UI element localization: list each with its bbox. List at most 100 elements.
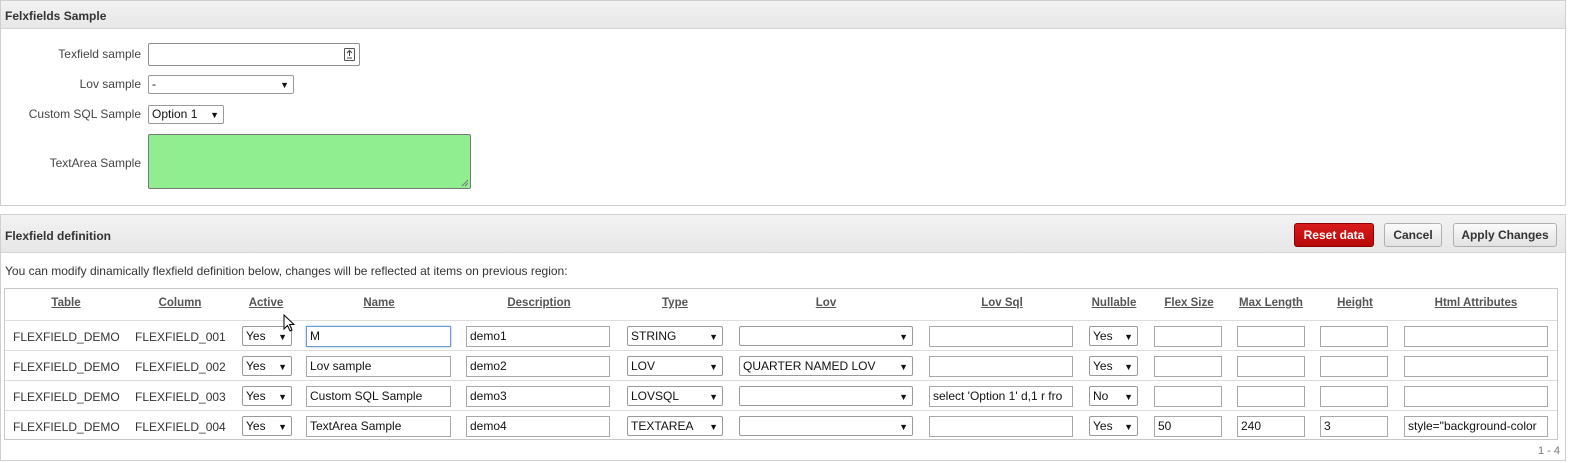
height-input[interactable] (1320, 356, 1388, 377)
custom-sql-sample-select[interactable]: Option 1 ▼ (148, 105, 224, 124)
text-field-icon[interactable] (344, 48, 355, 61)
html-attributes-input[interactable] (1404, 326, 1548, 347)
textarea-sample-label: TextArea Sample (49, 156, 141, 170)
lov-select[interactable]: ▼ (739, 416, 913, 436)
height-input[interactable] (1320, 326, 1388, 347)
active-select[interactable]: Yes ▼ (242, 416, 292, 436)
column-header-name[interactable]: Name (345, 297, 413, 309)
apply-changes-button[interactable]: Apply Changes (1453, 223, 1557, 247)
flex-size-input[interactable] (1154, 326, 1222, 347)
chevron-down-icon: ▼ (278, 392, 287, 402)
nullable-value: Yes (1093, 419, 1113, 433)
height-input[interactable] (1320, 386, 1388, 407)
lov-sql-input[interactable]: select 'Option 1' d,1 r fro (929, 386, 1073, 407)
name-input[interactable]: Lov sample (306, 356, 451, 377)
type-value: LOV (631, 359, 656, 373)
chevron-down-icon: ▼ (899, 332, 908, 342)
active-value: Yes (246, 419, 266, 433)
html-attributes-input[interactable]: style="background-color (1404, 416, 1548, 437)
type-value: LOVSQL (631, 389, 680, 403)
resize-handle-icon[interactable] (461, 179, 469, 187)
height-input[interactable]: 3 (1320, 416, 1388, 437)
nullable-select[interactable]: No ▼ (1089, 386, 1138, 406)
cell-table: FLEXFIELD_DEMO (13, 330, 120, 344)
html-attributes-input[interactable] (1404, 356, 1548, 377)
name-input[interactable]: M (306, 326, 451, 347)
lov-sample-select[interactable]: - ▼ (148, 75, 294, 94)
type-select[interactable]: LOVSQL ▼ (627, 386, 723, 406)
lov-sql-input[interactable] (929, 416, 1073, 437)
active-select[interactable]: Yes ▼ (242, 356, 292, 376)
vertical-scrollbar[interactable] (1566, 0, 1582, 463)
region-header: Felxfields Sample (1, 1, 1565, 29)
html-attributes-input[interactable] (1404, 386, 1548, 407)
column-header-html-attributes[interactable]: Html Attributes (1420, 297, 1532, 309)
lov-sample-label: Lov sample (79, 77, 141, 91)
chevron-down-icon: ▼ (899, 362, 908, 372)
max-length-input[interactable] (1237, 326, 1305, 347)
lov-sql-input[interactable] (929, 356, 1073, 377)
lov-sql-input[interactable] (929, 326, 1073, 347)
chevron-down-icon: ▼ (278, 422, 287, 432)
max-length-input[interactable] (1237, 386, 1305, 407)
description-input[interactable]: demo3 (466, 386, 610, 407)
table-row: FLEXFIELD_DEMO FLEXFIELD_003 Yes ▼ Custom… (5, 380, 1557, 410)
column-header-lov-sql[interactable]: Lov Sql (966, 297, 1038, 309)
column-header-height[interactable]: Height (1325, 297, 1385, 309)
cell-table: FLEXFIELD_DEMO (13, 420, 120, 434)
texfield-sample-input[interactable] (148, 43, 360, 66)
table-row: FLEXFIELD_DEMO FLEXFIELD_001 Yes ▼ M demo… (5, 320, 1557, 350)
chevron-down-icon: ▼ (280, 80, 289, 90)
flex-size-input[interactable] (1154, 356, 1222, 377)
reset-data-button[interactable]: Reset data (1294, 223, 1374, 247)
max-length-input[interactable] (1237, 356, 1305, 377)
active-value: Yes (246, 329, 266, 343)
type-select[interactable]: STRING ▼ (627, 326, 723, 346)
flex-size-input[interactable]: 50 (1154, 416, 1222, 437)
column-header-type[interactable]: Type (650, 297, 700, 309)
nullable-select[interactable]: Yes ▼ (1089, 356, 1138, 376)
column-header-column[interactable]: Column (150, 297, 210, 309)
nullable-value: Yes (1093, 359, 1113, 373)
description-input[interactable]: demo4 (466, 416, 610, 437)
hint-text: You can modify dinamically flexfield def… (5, 264, 568, 278)
chevron-down-icon: ▼ (1124, 392, 1133, 402)
column-header-flex-size[interactable]: Flex Size (1155, 297, 1223, 309)
chevron-down-icon: ▼ (1124, 332, 1133, 342)
lov-select[interactable]: QUARTER NAMED LOV ▼ (739, 356, 913, 376)
max-length-input[interactable]: 240 (1237, 416, 1305, 437)
column-header-max-length[interactable]: Max Length (1233, 297, 1309, 309)
table-row: FLEXFIELD_DEMO FLEXFIELD_004 Yes ▼ TextAr… (5, 410, 1557, 440)
lov-select[interactable]: ▼ (739, 386, 913, 406)
description-input[interactable]: demo1 (466, 326, 610, 347)
column-header-active[interactable]: Active (240, 297, 292, 309)
column-header-lov[interactable]: Lov (800, 297, 852, 309)
name-input[interactable]: TextArea Sample (306, 416, 451, 437)
chevron-down-icon: ▼ (899, 422, 908, 432)
type-select[interactable]: LOV ▼ (627, 356, 723, 376)
chevron-down-icon: ▼ (709, 392, 718, 402)
textarea-sample-input[interactable] (148, 134, 471, 189)
table-row: FLEXFIELD_DEMO FLEXFIELD_002 Yes ▼ Lov sa… (5, 350, 1557, 380)
nullable-select[interactable]: Yes ▼ (1089, 416, 1138, 436)
type-value: STRING (631, 329, 677, 343)
chevron-down-icon: ▼ (709, 332, 718, 342)
column-header-table[interactable]: Table (35, 297, 97, 309)
nullable-value: No (1093, 389, 1109, 403)
column-header-description[interactable]: Description (495, 297, 583, 309)
nullable-select[interactable]: Yes ▼ (1089, 326, 1138, 346)
mouse-pointer-icon (283, 314, 296, 332)
cell-column: FLEXFIELD_001 (135, 330, 226, 344)
name-input[interactable]: Custom SQL Sample (306, 386, 451, 407)
cell-column: FLEXFIELD_003 (135, 390, 226, 404)
description-input[interactable]: demo2 (466, 356, 610, 377)
custom-sql-sample-label: Custom SQL Sample (28, 107, 141, 121)
column-header-nullable[interactable]: Nullable (1085, 297, 1143, 309)
lov-select[interactable]: ▼ (739, 326, 913, 346)
type-select[interactable]: TEXTAREA ▼ (627, 416, 723, 436)
active-value: Yes (246, 389, 266, 403)
cancel-button[interactable]: Cancel (1384, 223, 1442, 247)
flex-size-input[interactable] (1154, 386, 1222, 407)
active-select[interactable]: Yes ▼ (242, 386, 292, 406)
pagination-text: 1 - 4 (1537, 445, 1560, 457)
